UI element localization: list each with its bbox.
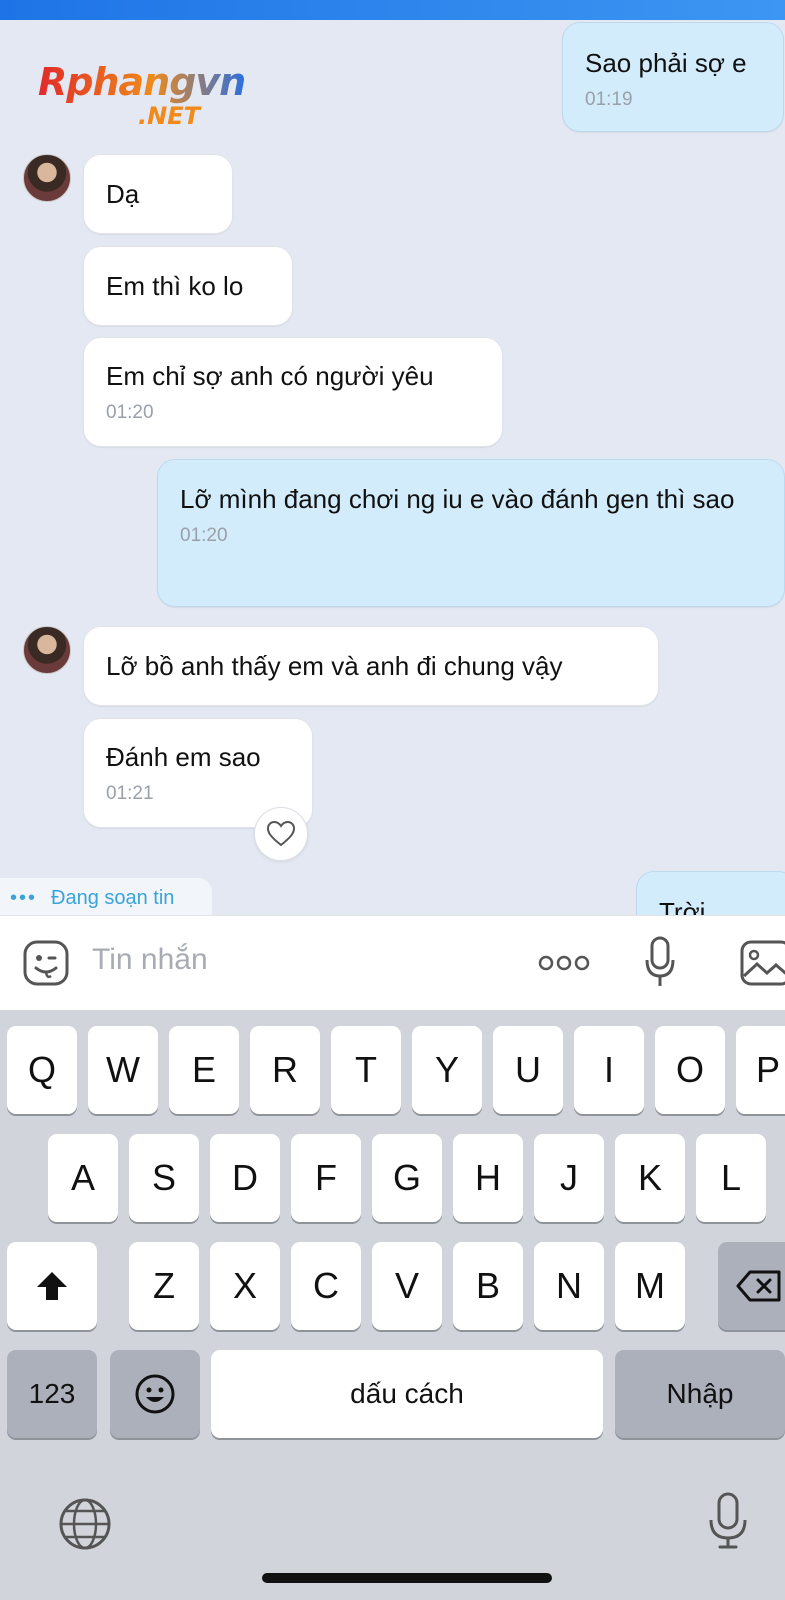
key-t[interactable]: T <box>331 1026 401 1114</box>
watermark-logo: Rphangvn .NET <box>38 60 278 150</box>
key-b[interactable]: B <box>453 1242 523 1330</box>
dictation-mic-icon[interactable] <box>708 1492 748 1555</box>
message-input[interactable]: Tin nhắn <box>92 943 208 977</box>
message-incoming[interactable]: Lỡ bồ anh thấy em và anh đi chung vậy <box>83 626 659 706</box>
key-w[interactable]: W <box>88 1026 158 1114</box>
key-z[interactable]: Z <box>129 1242 199 1330</box>
message-time: 01:20 <box>180 525 228 546</box>
composer-bar: Tin nhắn <box>0 915 785 1010</box>
message-text: Em chỉ sợ anh có người yêu <box>106 361 434 391</box>
emoji-key[interactable] <box>110 1350 200 1438</box>
message-outgoing[interactable]: Sao phải sợ e 01:19 <box>562 22 784 132</box>
contact-avatar[interactable] <box>23 626 71 674</box>
chat-area[interactable]: Rphangvn .NET Sao phải sợ e 01:19 Dạ Em … <box>0 20 785 915</box>
message-incoming[interactable]: Dạ <box>83 154 233 234</box>
key-e[interactable]: E <box>169 1026 239 1114</box>
microphone-icon[interactable] <box>645 936 675 995</box>
message-text: Đánh em sao <box>106 742 261 772</box>
typing-label: Đang soạn tin <box>51 886 175 909</box>
contact-avatar[interactable] <box>23 154 71 202</box>
enter-key[interactable]: Nhập <box>615 1350 785 1438</box>
message-time: 01:21 <box>106 783 154 804</box>
message-incoming[interactable]: Em thì ko lo <box>83 246 293 326</box>
key-i[interactable]: I <box>574 1026 644 1114</box>
key-j[interactable]: J <box>534 1134 604 1222</box>
delete-key[interactable] <box>718 1242 785 1330</box>
message-outgoing[interactable]: Lỡ mình đang chơi ng iu e vào đánh gen t… <box>157 459 785 607</box>
onscreen-keyboard: Q W E R T Y U I O P A S D F G H J K L Z … <box>0 1010 785 1600</box>
watermark-sub: .NET <box>138 102 200 130</box>
shift-arrow-icon <box>37 1272 67 1300</box>
message-text: Lỡ bồ anh thấy em và anh đi chung vậy <box>106 651 563 681</box>
message-text: Trời <box>659 897 706 915</box>
watermark-main: Rphangvn <box>38 60 246 104</box>
image-icon[interactable] <box>740 940 785 991</box>
top-status-strip <box>0 0 785 20</box>
key-s[interactable]: S <box>129 1134 199 1222</box>
key-y[interactable]: Y <box>412 1026 482 1114</box>
key-o[interactable]: O <box>655 1026 725 1114</box>
message-time: 01:19 <box>585 89 633 110</box>
key-p[interactable]: P <box>736 1026 785 1114</box>
message-time: 01:20 <box>106 402 154 423</box>
key-m[interactable]: M <box>615 1242 685 1330</box>
key-k[interactable]: K <box>615 1134 685 1222</box>
typing-dots-icon: ••• <box>10 886 38 909</box>
key-d[interactable]: D <box>210 1134 280 1222</box>
emoji-icon <box>135 1374 175 1414</box>
home-indicator <box>262 1573 552 1583</box>
sticker-face-icon[interactable] <box>22 939 70 992</box>
key-u[interactable]: U <box>493 1026 563 1114</box>
shift-key[interactable] <box>7 1242 97 1330</box>
key-q[interactable]: Q <box>7 1026 77 1114</box>
message-text: Em thì ko lo <box>106 271 244 301</box>
backspace-icon <box>736 1270 781 1302</box>
key-c[interactable]: C <box>291 1242 361 1330</box>
message-outgoing[interactable]: Trời <box>636 871 785 915</box>
numbers-key[interactable]: 123 <box>7 1350 97 1438</box>
key-r[interactable]: R <box>250 1026 320 1114</box>
key-f[interactable]: F <box>291 1134 361 1222</box>
message-incoming[interactable]: Em chỉ sợ anh có người yêu 01:20 <box>83 337 503 447</box>
message-text: Sao phải sợ e <box>585 48 747 78</box>
message-text: Dạ <box>106 179 140 209</box>
key-x[interactable]: X <box>210 1242 280 1330</box>
key-n[interactable]: N <box>534 1242 604 1330</box>
globe-icon[interactable] <box>58 1497 112 1556</box>
space-key[interactable]: dấu cách <box>211 1350 603 1438</box>
key-l[interactable]: L <box>696 1134 766 1222</box>
message-text: Lỡ mình đang chơi ng iu e vào đánh gen t… <box>180 484 735 514</box>
key-g[interactable]: G <box>372 1134 442 1222</box>
key-h[interactable]: H <box>453 1134 523 1222</box>
key-v[interactable]: V <box>372 1242 442 1330</box>
heart-outline-icon[interactable] <box>254 807 308 861</box>
more-options-icon[interactable] <box>538 954 590 977</box>
key-a[interactable]: A <box>48 1134 118 1222</box>
typing-indicator: ••• Đang soạn tin <box>0 878 212 915</box>
